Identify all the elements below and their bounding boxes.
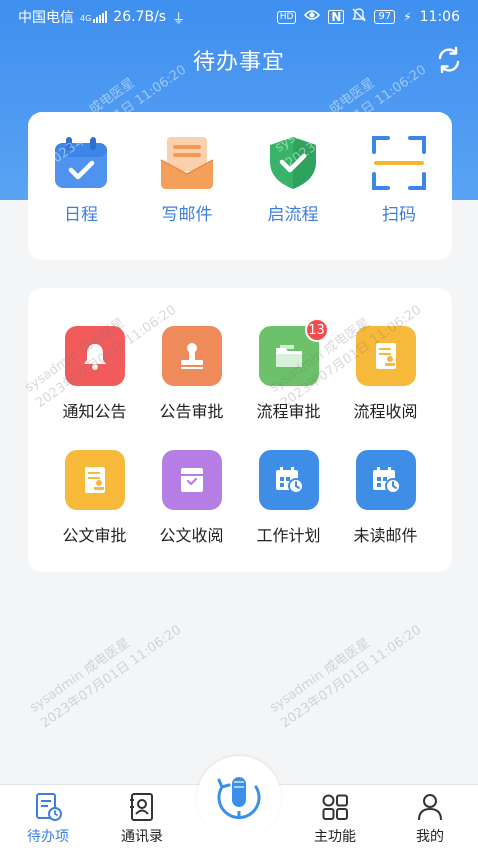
function-doc-read[interactable]: 公文收阅 <box>143 450 240 546</box>
document-stamp-icon <box>64 450 125 510</box>
document-stamp-icon <box>355 326 416 386</box>
tab-todo[interactable]: 待办项 <box>8 785 88 850</box>
quick-action-label: 启流程 <box>267 205 319 225</box>
tab-label: 主功能 <box>314 829 356 845</box>
function-label: 公文审批 <box>62 526 127 545</box>
function-label: 流程收阅 <box>353 402 418 421</box>
mute-icon <box>352 8 367 26</box>
title-bar: 待办事宜 <box>0 40 478 80</box>
calendar-clock-icon <box>258 450 319 510</box>
function-unread-mail[interactable]: 未读邮件 <box>337 450 434 546</box>
page-title: 待办事宜 <box>192 50 285 75</box>
user-icon <box>418 794 442 821</box>
functions-grid: 通知公告 公告审批 13 流程审批 流程收阅 公文审批 公文收阅 工作计划 未读… <box>46 318 434 546</box>
eye-icon <box>304 9 321 25</box>
function-label: 公文收阅 <box>159 526 224 545</box>
network-speed: 26.7B/s <box>113 9 167 25</box>
usb-icon: ⏚ <box>172 11 186 27</box>
inbox-icon <box>161 450 222 510</box>
quick-action-write-mail[interactable]: 写邮件 <box>142 134 232 260</box>
bell-icon <box>64 326 125 386</box>
tab-main-functions[interactable]: 主功能 <box>295 785 375 850</box>
signal-icon: 4G <box>80 11 108 23</box>
quick-action-scan[interactable]: 扫码 <box>354 134 444 260</box>
quick-action-label: 扫码 <box>382 205 416 225</box>
function-doc-approval[interactable]: 公文审批 <box>46 450 143 546</box>
unread-badge: 13 <box>304 318 329 342</box>
voice-button[interactable] <box>197 756 281 840</box>
function-label: 公告审批 <box>159 402 224 421</box>
calendar-icon <box>55 137 107 188</box>
clock: 11:06 <box>419 9 460 25</box>
quick-action-label: 写邮件 <box>161 205 213 225</box>
function-flow-read[interactable]: 流程收阅 <box>337 326 434 422</box>
grid-icon <box>322 794 348 820</box>
scan-icon <box>372 136 426 190</box>
stamp-icon <box>161 326 222 386</box>
quick-actions-card: 日程 写邮件 启流程 扫码 <box>28 112 452 260</box>
function-label: 通知公告 <box>62 402 127 421</box>
tab-me[interactable]: 我的 <box>390 785 470 850</box>
function-label: 流程审批 <box>256 402 321 421</box>
nfc-icon: N <box>328 10 345 24</box>
contacts-icon <box>130 793 153 821</box>
status-bar: 中国电信 4G 26.7B/s ⏚ HD N 97 ⚡ 11:06 <box>0 0 478 34</box>
microphone-icon <box>217 777 261 819</box>
shield-check-icon <box>270 137 316 189</box>
functions-card: 通知公告 公告审批 13 流程审批 流程收阅 公文审批 公文收阅 工作计划 未读… <box>28 288 452 572</box>
todo-icon <box>36 793 62 821</box>
function-label: 未读邮件 <box>353 526 418 545</box>
function-flow-approval[interactable]: 13 流程审批 <box>240 318 337 422</box>
quick-action-label: 日程 <box>64 205 98 225</box>
watermark: sysadmin 成电医星 2023年07月01日 11:06:20 <box>267 622 425 732</box>
calendar-clock-icon <box>355 450 416 510</box>
tab-label: 待办项 <box>27 829 69 845</box>
tab-label: 通讯录 <box>121 829 163 845</box>
tab-label: 我的 <box>416 829 444 845</box>
charging-icon: ⚡ <box>403 10 412 24</box>
function-label: 工作计划 <box>256 526 321 545</box>
mail-icon <box>160 137 214 189</box>
network-label: 4G <box>80 14 92 23</box>
quick-action-start-flow[interactable]: 启流程 <box>248 134 338 260</box>
folder-icon: 13 <box>258 318 329 386</box>
watermark: sysadmin 成电医星 2023年07月01日 11:06:20 <box>27 622 185 732</box>
function-work-plan[interactable]: 工作计划 <box>240 450 337 546</box>
function-notice[interactable]: 通知公告 <box>46 326 143 422</box>
quick-action-schedule[interactable]: 日程 <box>36 134 126 260</box>
hd-badge: HD <box>276 10 297 24</box>
battery-level: 97 <box>374 10 396 24</box>
function-notice-approval[interactable]: 公告审批 <box>143 326 240 422</box>
carrier-label: 中国电信 <box>18 10 74 26</box>
tab-contacts[interactable]: 通讯录 <box>102 785 182 850</box>
refresh-icon[interactable] <box>434 45 464 75</box>
